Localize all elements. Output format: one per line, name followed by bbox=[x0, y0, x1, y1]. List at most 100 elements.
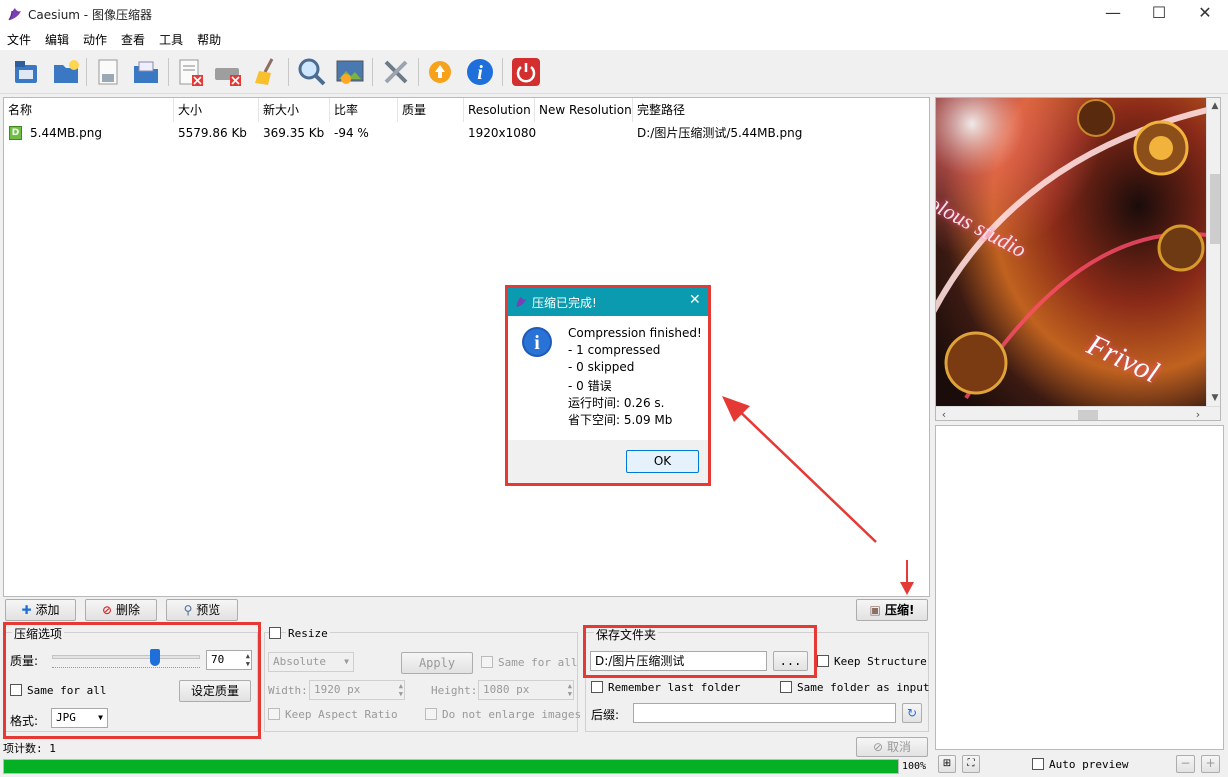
same-folder-label: Same folder as input bbox=[797, 681, 930, 694]
window-title: Caesium - 图像压缩器 bbox=[28, 8, 152, 22]
no-enlarge-label: Do not enlarge images bbox=[442, 708, 582, 721]
menu-help[interactable]: 帮助 bbox=[190, 28, 228, 50]
preview-button[interactable]: ⚲ 预览 bbox=[166, 599, 238, 621]
compressed-preview[interactable] bbox=[935, 425, 1224, 750]
zoom-icon[interactable] bbox=[296, 56, 328, 88]
progress-bar bbox=[3, 759, 899, 774]
broom-icon[interactable] bbox=[250, 56, 282, 88]
preview-image-icon[interactable] bbox=[334, 56, 366, 88]
clear-list-icon[interactable] bbox=[212, 56, 244, 88]
open-folder-icon[interactable] bbox=[50, 56, 82, 88]
no-enlarge-checkbox[interactable] bbox=[425, 708, 437, 720]
maximize-button[interactable]: ☐ bbox=[1136, 0, 1182, 28]
cell-quality bbox=[398, 122, 402, 144]
keep-aspect-checkbox[interactable] bbox=[268, 708, 280, 720]
column-header-path[interactable]: 完整路径 bbox=[633, 98, 929, 122]
column-header-name[interactable]: 名称 bbox=[4, 98, 174, 122]
preview-vertical-scrollbar[interactable]: ▲ ▼ bbox=[1206, 98, 1220, 406]
resize-same-for-all-checkbox[interactable] bbox=[481, 656, 493, 668]
info-icon: i bbox=[522, 327, 552, 357]
toolbar-separator bbox=[418, 58, 419, 86]
resize-mode-select[interactable]: Absolute ▼ bbox=[268, 652, 354, 672]
cell-size: 5579.86 Kb bbox=[178, 126, 247, 140]
dialog-line: 省下空间: 5.09 Mb bbox=[568, 413, 673, 427]
compression-finished-dialog[interactable]: 压缩已完成! ✕ i Compression finished! - 1 com… bbox=[505, 285, 711, 486]
remove-label: 删除 bbox=[115, 603, 140, 617]
column-header-new-resolution[interactable]: New Resolution bbox=[535, 98, 633, 122]
apply-button[interactable]: Apply bbox=[401, 652, 473, 674]
plus-icon: ✚ bbox=[21, 603, 32, 617]
minimize-button[interactable]: — bbox=[1090, 0, 1136, 28]
highlight-compression-options bbox=[3, 622, 261, 739]
power-icon[interactable] bbox=[510, 56, 542, 88]
table-row[interactable]: D 5.44MB.png 5579.86 Kb 369.35 Kb -94 % … bbox=[4, 122, 929, 144]
spin-up-down-icon[interactable]: ▲ ▼ bbox=[399, 682, 403, 698]
save-icon[interactable] bbox=[92, 56, 124, 88]
width-input[interactable]: 1920 px ▲ ▼ bbox=[309, 680, 405, 700]
settings-tools-icon[interactable] bbox=[380, 56, 412, 88]
column-header-new-size[interactable]: 新大小 bbox=[259, 98, 330, 122]
progress-fill bbox=[4, 760, 898, 773]
file-type-badge-icon: D bbox=[9, 126, 22, 140]
dialog-title-bar: 压缩已完成! ✕ bbox=[508, 288, 708, 316]
fit-to-window-icon[interactable]: ⊞ bbox=[938, 755, 956, 773]
height-input[interactable]: 1080 px ▲ ▼ bbox=[478, 680, 574, 700]
chevron-down-icon: ▼ bbox=[344, 657, 349, 666]
scroll-thumb[interactable] bbox=[1210, 174, 1220, 244]
open-file-icon[interactable] bbox=[10, 56, 42, 88]
remove-item-icon[interactable] bbox=[174, 56, 206, 88]
compress-label: 压缩! bbox=[885, 603, 915, 617]
scroll-left-icon[interactable]: ‹ bbox=[936, 407, 952, 420]
save-all-icon[interactable] bbox=[130, 56, 162, 88]
scroll-thumb[interactable] bbox=[1078, 410, 1098, 420]
remember-last-folder-checkbox[interactable] bbox=[591, 681, 603, 693]
cancel-icon: ⊘ bbox=[873, 740, 884, 754]
menu-bar: 文件 编辑 动作 查看 工具 帮助 bbox=[0, 28, 1228, 50]
menu-view[interactable]: 查看 bbox=[114, 28, 152, 50]
scroll-right-icon[interactable]: › bbox=[1190, 407, 1206, 420]
menu-action[interactable]: 动作 bbox=[76, 28, 114, 50]
column-header-resolution[interactable]: Resolution bbox=[464, 98, 535, 122]
spin-up-down-icon[interactable]: ▲ ▼ bbox=[568, 682, 572, 698]
height-label: Height: bbox=[431, 684, 478, 697]
column-header-size[interactable]: 大小 bbox=[174, 98, 259, 122]
actual-size-icon[interactable]: ⛶ bbox=[962, 755, 980, 773]
progress-text: 100% bbox=[902, 761, 927, 772]
image-preview[interactable]: olous studio Frivol ▲ ▼ ‹ › bbox=[935, 97, 1221, 421]
dialog-line: - 1 compressed bbox=[568, 343, 661, 357]
zoom-in-icon[interactable]: + bbox=[1201, 755, 1220, 773]
compress-button[interactable]: ▣ 压缩! bbox=[856, 599, 928, 621]
remove-button[interactable]: ⊘ 删除 bbox=[85, 599, 157, 621]
width-value: 1920 px bbox=[314, 683, 361, 696]
svg-text:i: i bbox=[477, 62, 483, 84]
column-header-quality[interactable]: 质量 bbox=[398, 98, 464, 122]
auto-preview-checkbox[interactable] bbox=[1032, 758, 1044, 770]
zoom-out-icon[interactable]: − bbox=[1176, 755, 1195, 773]
title-bar: Caesium - 图像压缩器 — ☐ ✕ bbox=[0, 0, 1228, 28]
add-button[interactable]: ✚ 添加 bbox=[5, 599, 76, 621]
scroll-down-icon[interactable]: ▼ bbox=[1207, 390, 1220, 406]
menu-tools[interactable]: 工具 bbox=[152, 28, 190, 50]
menu-edit[interactable]: 编辑 bbox=[38, 28, 76, 50]
column-header-ratio[interactable]: 比率 bbox=[330, 98, 398, 122]
scroll-up-icon[interactable]: ▲ bbox=[1207, 98, 1220, 114]
ok-button[interactable]: OK bbox=[626, 450, 699, 473]
cell-ratio: -94 % bbox=[334, 126, 369, 140]
suffix-input[interactable] bbox=[633, 703, 896, 723]
same-folder-checkbox[interactable] bbox=[780, 681, 792, 693]
dialog-title: 压缩已完成! bbox=[532, 296, 597, 310]
preview-horizontal-scrollbar[interactable]: ‹ › bbox=[936, 406, 1220, 420]
keep-structure-checkbox[interactable] bbox=[817, 655, 829, 667]
update-icon[interactable] bbox=[424, 56, 456, 88]
toolbar-separator bbox=[168, 58, 169, 86]
compress-icon: ▣ bbox=[869, 603, 881, 617]
resize-checkbox[interactable] bbox=[269, 627, 281, 639]
close-window-button[interactable]: ✕ bbox=[1182, 0, 1228, 28]
refresh-icon[interactable]: ↻ bbox=[902, 703, 922, 723]
cell-resolution: 1920x1080 bbox=[468, 126, 537, 140]
menu-file[interactable]: 文件 bbox=[0, 28, 38, 50]
cancel-button[interactable]: ⊘ 取消 bbox=[856, 737, 928, 757]
toolbar-separator bbox=[502, 58, 503, 86]
info-icon[interactable]: i bbox=[464, 56, 496, 88]
dialog-close-icon[interactable]: ✕ bbox=[689, 292, 701, 308]
